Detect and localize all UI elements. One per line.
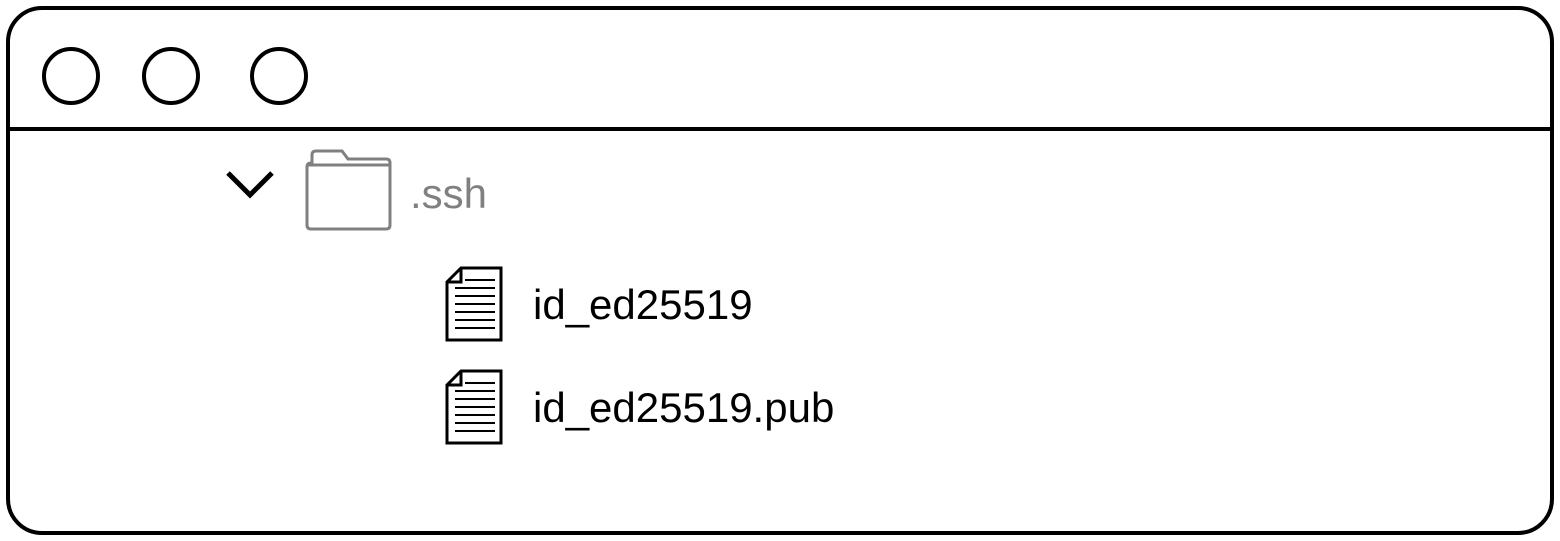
file-label: id_ed25519.pub	[533, 384, 835, 431]
tree-file-item[interactable]: id_ed25519.pub	[10, 365, 1550, 455]
app-window: .ssh id_ed25519 id_ed25519.pub	[6, 6, 1554, 535]
folder-icon	[305, 149, 392, 231]
folder-label: .ssh	[410, 170, 488, 217]
document-icon	[445, 369, 503, 445]
minimize-window-button[interactable]	[142, 47, 200, 105]
file-label: id_ed25519	[533, 281, 753, 328]
title-bar	[10, 10, 1550, 131]
tree-folder-ssh[interactable]: .ssh	[10, 135, 1550, 235]
chevron-down-icon[interactable]	[220, 165, 280, 205]
close-window-button[interactable]	[42, 47, 100, 105]
maximize-window-button[interactable]	[250, 47, 308, 105]
tree-file-item[interactable]: id_ed25519	[10, 262, 1550, 352]
document-icon	[445, 266, 503, 342]
